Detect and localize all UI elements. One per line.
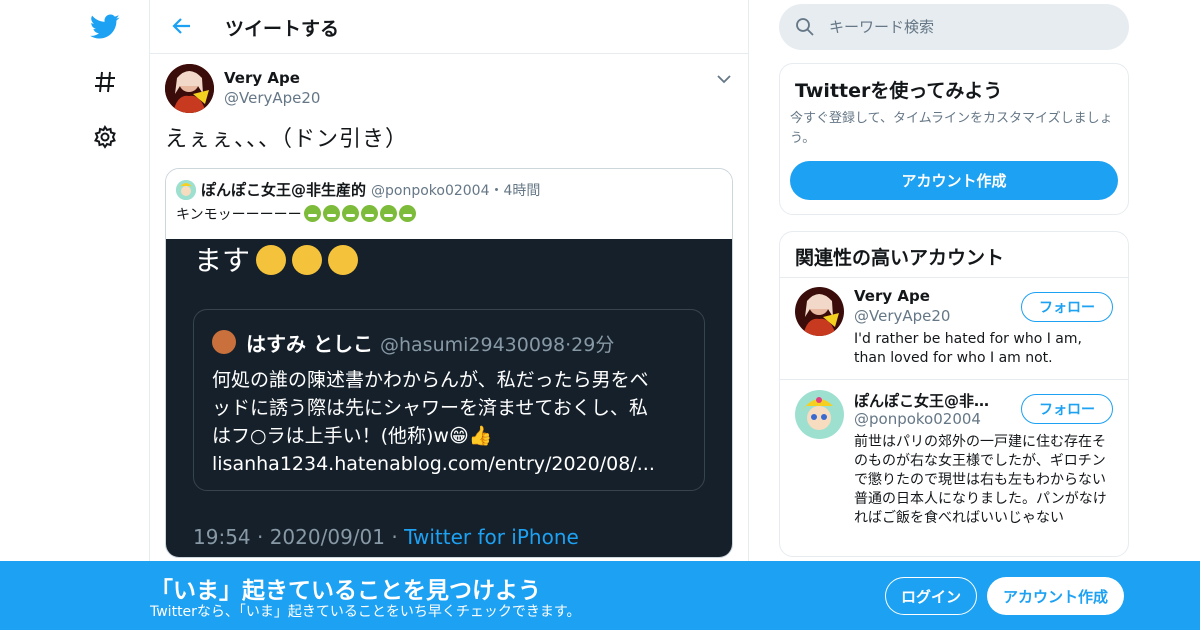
login-button[interactable]: ログイン — [885, 577, 977, 615]
quoted-tweet-header: ぽんぽこ女王@非生産的 @ponpoko02004・4時間 キンモッーーーーー — [166, 169, 732, 239]
signup-panel-desc: 今すぐ登録して、タイムラインをカスタマイズしましょう。 — [790, 111, 1113, 146]
tweet-author: Very Ape @VeryApe20 — [165, 64, 733, 124]
gear-icon[interactable] — [85, 117, 125, 157]
search-box[interactable] — [779, 4, 1129, 50]
nauseated-face-emoji-icon — [360, 205, 378, 222]
signup-button[interactable]: アカウント作成 — [987, 577, 1124, 615]
account-name[interactable]: Very Ape — [854, 287, 1004, 305]
quoted-tweet[interactable]: ぽんぽこ女王@非生産的 @ponpoko02004・4時間 キンモッーーーーー … — [165, 168, 733, 558]
inner-text: 何処の誰の陳述書かわからんが、私だったら男をベ ッドに誘う際は先にシャワーを済ま… — [212, 366, 692, 478]
inner-quoted-card: はすみ としこ @hasumi29430098·29分 何処の誰の陳述書かわから… — [193, 309, 705, 491]
signup-panel: Twitterを使ってみよう 今すぐ登録して、タイムラインをカスタマイズしましょ… — [779, 63, 1129, 215]
account-bio: I'd rather be hated for who I am, than l… — [854, 331, 1082, 366]
create-account-button[interactable]: アカウント作成 — [790, 161, 1118, 200]
page: ツイートする Very Ape @VeryApe20 えぇぇ、、、（ドン引き） … — [0, 0, 1200, 630]
inner-text-line: 何処の誰の陳述書かわからんが、私だったら男をベ — [212, 369, 649, 391]
quoted-text: キンモッーーーーー — [176, 207, 302, 223]
laughing-emoji-icon — [328, 245, 359, 275]
image-top-text: ます — [194, 239, 359, 279]
quoted-avatar — [176, 180, 196, 200]
follow-button[interactable]: フォロー — [1021, 292, 1113, 322]
inner-text-line: lisanha1234.hatenablog.com/entry/2020/08… — [212, 453, 655, 475]
twitter-bird-icon[interactable] — [85, 7, 125, 47]
account-handle: @VeryApe20 — [854, 307, 951, 325]
back-arrow-icon[interactable] — [168, 12, 196, 40]
nauseated-face-emoji-icon — [341, 205, 359, 222]
quoted-tweet-text: キンモッーーーーー — [176, 204, 416, 224]
inner-author-name: はすみ としこ — [246, 332, 373, 356]
nauseated-face-emoji-icon — [322, 205, 340, 222]
inner-author-handle: @hasumi29430098·29分 — [380, 334, 615, 356]
image-footer-source: Twitter for iPhone — [404, 525, 579, 549]
hashtag-icon[interactable] — [85, 62, 125, 102]
account-item-veryape[interactable]: Very Ape @VeryApe20 フォロー I'd rather be h… — [780, 278, 1128, 379]
nauseated-face-emoji-icon — [398, 205, 416, 222]
follow-button[interactable]: フォロー — [1021, 394, 1113, 424]
avatar[interactable] — [165, 64, 214, 113]
search-input[interactable] — [829, 4, 1119, 50]
nauseated-face-emoji-icon — [303, 205, 321, 222]
tweet: Very Ape @VeryApe20 えぇぇ、、、（ドン引き） — [150, 64, 748, 154]
avatar[interactable] — [795, 287, 844, 336]
image-top-label: ます — [194, 244, 251, 277]
page-title: ツイートする — [225, 18, 340, 40]
tweet-text: えぇぇ、、、（ドン引き） — [165, 127, 409, 152]
emoji-row — [302, 205, 416, 223]
quoted-author-name: ぽんぽこ女王@非生産的 — [201, 181, 367, 199]
main-column: ツイートする Very Ape @VeryApe20 えぇぇ、、、（ドン引き） … — [149, 0, 749, 630]
inner-avatar — [212, 330, 236, 354]
left-nav — [75, 0, 135, 630]
inner-text-line: ッドに誘う際は先にシャワーを済ませておくし、私 — [212, 397, 648, 419]
author-handle[interactable]: @VeryApe20 — [224, 89, 320, 107]
nauseated-face-emoji-icon — [379, 205, 397, 222]
related-accounts-title: 関連性の高いアカウント — [795, 247, 1005, 269]
signup-panel-title: Twitterを使ってみよう — [795, 80, 1003, 102]
avatar[interactable] — [795, 390, 844, 439]
account-item-ponpoko[interactable]: ぽんぽこ女王@非生産的 @ponpoko02004 フォロー 前世はパリの郊外の… — [780, 380, 1128, 556]
quoted-image[interactable]: ます はすみ としこ @hasumi29430098·29分 何処の誰の陳述書か… — [166, 239, 732, 557]
bottom-bar-subtitle: Twitterなら、「いま」起きていることをいち早くチェックできます。 — [150, 604, 581, 620]
chevron-down-icon[interactable] — [715, 70, 733, 88]
quoted-author-handle: @ponpoko02004・4時間 — [371, 183, 541, 199]
search-icon — [795, 17, 815, 37]
account-name[interactable]: ぽんぽこ女王@非生産的 — [854, 390, 1004, 411]
inner-text-line: はフ○ラは上手い！(他称)w😁👍 — [212, 425, 493, 447]
laughing-emoji-icon — [292, 245, 323, 275]
image-footer: 19:54 · 2020/09/01 · Twitter for iPhone — [193, 525, 579, 549]
bottom-signup-bar: 「いま」起きていることを見つけよう Twitterなら、「いま」起きていることを… — [0, 561, 1200, 630]
account-handle: @ponpoko02004 — [854, 410, 981, 428]
laughing-emoji-icon — [256, 245, 287, 275]
image-footer-time: 19:54 · 2020/09/01 · — [193, 525, 405, 549]
related-accounts-panel: 関連性の高いアカウント Very Ape @VeryApe20 フォロー I'd… — [779, 231, 1129, 557]
author-name[interactable]: Very Ape — [224, 69, 300, 87]
account-bio: 前世はパリの郊外の一戸建に住む存在そのものが右な女王様でしたが、ギロチンで懲りた… — [854, 434, 1107, 526]
bottom-bar-title: 「いま」起きていることを見つけよう — [150, 578, 541, 604]
main-header: ツイートする — [150, 0, 748, 54]
